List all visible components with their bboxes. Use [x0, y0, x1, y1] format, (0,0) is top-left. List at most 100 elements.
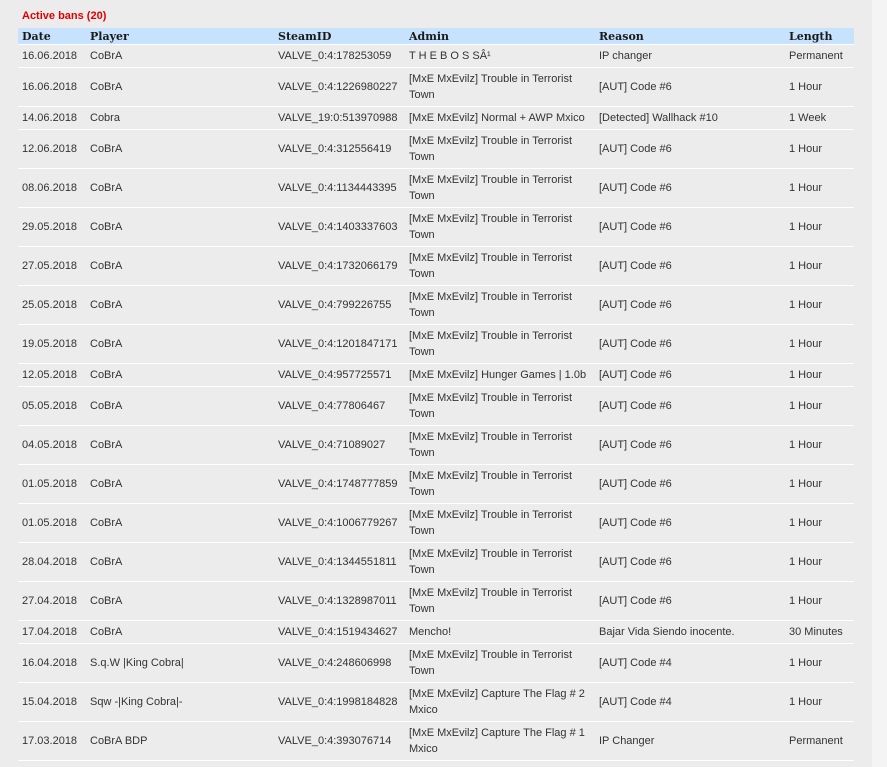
cell-reason: [AUT] Code #6	[595, 503, 785, 543]
cell-date: 29.05.2018	[18, 207, 86, 247]
cell-reason: [AUT] Code #6	[595, 246, 785, 286]
column-header-date[interactable]: Date	[18, 28, 86, 45]
cell-date: 08.06.2018	[18, 168, 86, 208]
cell-length: 1 Hour	[785, 324, 854, 364]
cell-reason: [AUT] Code #6	[595, 67, 785, 107]
cell-player: CoBrA	[86, 285, 274, 325]
cell-player: CoBrA	[86, 425, 274, 465]
cell-admin: [MxE MxEvilz] Capture The Flag # 2 Mxico	[405, 682, 595, 722]
cell-admin: [MxE MxEvilz] Trouble in Terrorist Town	[405, 503, 595, 543]
table-row[interactable]: 15.04.2018 Sqw -|King Cobra|- VALVE_0:4:…	[18, 682, 854, 722]
cell-length: 1 Hour	[785, 285, 854, 325]
cell-reason: [AUT] Code #6	[595, 363, 785, 387]
cell-date: 27.05.2018	[18, 246, 86, 286]
column-header-reason[interactable]: Reason	[595, 28, 785, 45]
cell-length: 1 Hour	[785, 246, 854, 286]
page-scrollbar-gutter[interactable]	[872, 0, 887, 767]
table-row[interactable]: 14.06.2018 Cobra VALVE_19:0:513970988 [M…	[18, 106, 854, 130]
cell-steamid: VALVE_0:4:1344551811	[274, 542, 405, 582]
cell-steamid: VALVE_0:4:248606998	[274, 643, 405, 683]
table-row[interactable]: 25.05.2018 CoBrA VALVE_0:4:799226755 [Mx…	[18, 285, 854, 325]
table-row[interactable]: 17.04.2018 CoBrA VALVE_0:4:1519434627 Me…	[18, 620, 854, 644]
cell-steamid: VALVE_0:4:1519434627	[274, 620, 405, 644]
cell-date: 14.06.2018	[18, 106, 86, 130]
cell-length: Permanent	[785, 721, 854, 761]
cell-steamid: VALVE_0:4:1134443395	[274, 168, 405, 208]
cell-admin: [MxE MxEvilz] Trouble in Terrorist Town	[405, 246, 595, 286]
cell-player: CoBrA	[86, 129, 274, 169]
table-row[interactable]: 27.05.2018 CoBrA VALVE_0:4:1732066179 [M…	[18, 246, 854, 286]
cell-length: 1 Hour	[785, 67, 854, 107]
cell-length: 1 Hour	[785, 682, 854, 722]
cell-admin: [MxE MxEvilz] Trouble in Terrorist Town	[405, 168, 595, 208]
cell-reason: [AUT] Code #6	[595, 425, 785, 465]
cell-length: 1 Hour	[785, 581, 854, 621]
cell-date: 04.05.2018	[18, 425, 86, 465]
cell-steamid: VALVE_0:4:1732066179	[274, 246, 405, 286]
table-row[interactable]: 12.05.2018 CoBrA VALVE_0:4:957725571 [Mx…	[18, 363, 854, 387]
table-row[interactable]: 08.06.2018 CoBrA VALVE_0:4:1134443395 [M…	[18, 168, 854, 208]
cell-admin: [MxE MxEvilz] Trouble in Terrorist Town	[405, 207, 595, 247]
cell-steamid: VALVE_0:4:71089027	[274, 425, 405, 465]
cell-length: 1 Hour	[785, 464, 854, 504]
cell-date: 05.05.2018	[18, 386, 86, 426]
table-row[interactable]: 28.04.2018 CoBrA VALVE_0:4:1344551811 [M…	[18, 542, 854, 582]
cell-reason: [AUT] Code #6	[595, 324, 785, 364]
cell-reason: [AUT] Code #6	[595, 168, 785, 208]
cell-player: CoBrA	[86, 44, 274, 68]
cell-player: CoBrA	[86, 386, 274, 426]
table-row[interactable]: 17.03.2018 CoBrA BDP VALVE_0:4:393076714…	[18, 721, 854, 761]
cell-steamid: VALVE_0:4:799226755	[274, 285, 405, 325]
cell-player: CoBrA	[86, 542, 274, 582]
cell-steamid: VALVE_0:4:1226980227	[274, 67, 405, 107]
column-header-admin[interactable]: Admin	[405, 28, 595, 45]
table-row[interactable]: 01.05.2018 CoBrA VALVE_0:4:1006779267 [M…	[18, 503, 854, 543]
table-row[interactable]: 27.04.2018 CoBrA VALVE_0:4:1328987011 [M…	[18, 581, 854, 621]
cell-steamid: VALVE_0:4:1328987011	[274, 581, 405, 621]
cell-admin: [MxE MxEvilz] Capture The Flag # 1 Mxico	[405, 721, 595, 761]
cell-steamid: VALVE_19:0:513970988	[274, 106, 405, 130]
cell-reason: IP Changer	[595, 721, 785, 761]
table-row[interactable]: 12.06.2018 CoBrA VALVE_0:4:312556419 [Mx…	[18, 129, 854, 169]
cell-date: 28.04.2018	[18, 542, 86, 582]
table-row[interactable]: 01.05.2018 CoBrA VALVE_0:4:1748777859 [M…	[18, 464, 854, 504]
cell-admin: Mencho!	[405, 620, 595, 644]
cell-length: 1 Hour	[785, 168, 854, 208]
cell-reason: [AUT] Code #6	[595, 129, 785, 169]
cell-length: 1 Hour	[785, 425, 854, 465]
cell-player: CoBrA	[86, 503, 274, 543]
table-row[interactable]: 04.05.2018 CoBrA VALVE_0:4:71089027 [MxE…	[18, 425, 854, 465]
cell-player: CoBrA	[86, 67, 274, 107]
cell-length: 1 Hour	[785, 129, 854, 169]
cell-player: CoBrA	[86, 620, 274, 644]
cell-length: 1 Week	[785, 106, 854, 130]
cell-admin: T H E B O S SÂ¹	[405, 44, 595, 68]
cell-reason: [AUT] Code #6	[595, 464, 785, 504]
cell-length: 30 Minutes	[785, 620, 854, 644]
cell-length: 1 Hour	[785, 643, 854, 683]
table-row[interactable]: 19.05.2018 CoBrA VALVE_0:4:1201847171 [M…	[18, 324, 854, 364]
cell-reason: [AUT] Code #6	[595, 207, 785, 247]
table-row[interactable]: 29.05.2018 CoBrA VALVE_0:4:1403337603 [M…	[18, 207, 854, 247]
table-row[interactable]: 16.04.2018 S.q.W |King Cobra| VALVE_0:4:…	[18, 643, 854, 683]
cell-length: 1 Hour	[785, 542, 854, 582]
table-row[interactable]: 16.06.2018 CoBrA VALVE_0:4:1226980227 [M…	[18, 67, 854, 107]
cell-date: 16.04.2018	[18, 643, 86, 683]
cell-player: CoBrA	[86, 168, 274, 208]
column-header-length[interactable]: Length	[785, 28, 854, 45]
column-header-player[interactable]: Player	[86, 28, 274, 45]
cell-reason: IP changer	[595, 44, 785, 68]
cell-player: CoBrA	[86, 207, 274, 247]
column-header-steamid[interactable]: SteamID	[274, 28, 405, 45]
cell-steamid: VALVE_0:4:1201847171	[274, 324, 405, 364]
cell-admin: [MxE MxEvilz] Normal + AWP Mxico	[405, 106, 595, 130]
table-row[interactable]: 16.06.2018 CoBrA VALVE_0:4:178253059 T H…	[18, 44, 854, 68]
cell-date: 12.05.2018	[18, 363, 86, 387]
cell-reason: [AUT] Code #4	[595, 682, 785, 722]
cell-steamid: VALVE_0:4:178253059	[274, 44, 405, 68]
bans-table: Date Player SteamID Admin Reason Length …	[18, 28, 854, 761]
cell-reason: [AUT] Code #6	[595, 386, 785, 426]
cell-steamid: VALVE_0:4:393076714	[274, 721, 405, 761]
cell-admin: [MxE MxEvilz] Trouble in Terrorist Town	[405, 643, 595, 683]
table-row[interactable]: 05.05.2018 CoBrA VALVE_0:4:77806467 [MxE…	[18, 386, 854, 426]
